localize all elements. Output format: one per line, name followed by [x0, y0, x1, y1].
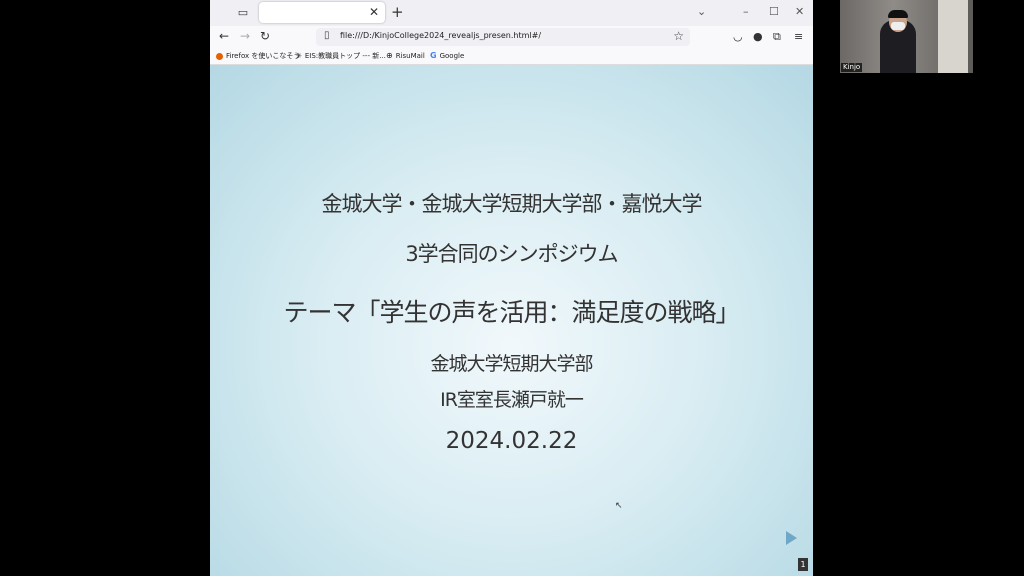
minimize-icon[interactable]: –	[743, 5, 749, 18]
slide-title-institutions: 金城大学・金城大学短期大学部・嘉悦大学	[321, 192, 703, 216]
close-tab-icon[interactable]: ✕	[369, 5, 379, 19]
pocket-icon[interactable]: ◡	[733, 30, 743, 43]
bookmark-item[interactable]: Firefox を使いこなそう	[216, 51, 300, 61]
speaker-mask	[891, 22, 905, 30]
page-icon: ▯	[324, 30, 330, 41]
chevron-down-icon[interactable]: ⌄	[697, 5, 706, 18]
browser-window: ▭ ✕ + ⌄ – ☐ ✕ ← → ↻ ▯ file:///D:/KinjoCo…	[210, 0, 813, 576]
presenter-affiliation: 金城大学短期大学部	[430, 353, 593, 375]
bookmark-item[interactable]: ✳ EIS:教職員トップ --- 新...	[296, 51, 386, 61]
nav-toolbar: ← → ↻ ▯ file:///D:/KinjoCollege2024_reve…	[210, 26, 813, 48]
back-icon[interactable]: ←	[219, 29, 229, 43]
presenter-name: IR室室長瀬戸就一	[440, 389, 584, 411]
firefox-icon	[216, 52, 223, 60]
webcam-door	[938, 0, 968, 73]
presentation-slide: 金城大学・金城大学短期大学部・嘉悦大学 3学合同のシンポジウム テーマ「学生の声…	[210, 65, 813, 576]
speaker-hair	[888, 10, 908, 18]
tab-list-icon[interactable]: ▭	[236, 6, 250, 20]
menu-icon[interactable]: ≡	[794, 30, 803, 43]
bookmarks-bar: Firefox を使いこなそう ✳ EIS:教職員トップ --- 新... ⊕ …	[210, 48, 813, 65]
tab-bar: ▭ ✕ + ⌄ – ☐ ✕	[210, 0, 813, 26]
forward-icon[interactable]: →	[240, 29, 250, 43]
bookmark-star-icon[interactable]: ☆	[673, 29, 684, 43]
slide-theme: テーマ「学生の声を活用：満足度の戦略」	[283, 298, 740, 327]
extensions-icon[interactable]: ⧉	[773, 30, 781, 44]
url-text[interactable]: file:///D:/KinjoCollege2024_revealjs_pre…	[340, 31, 541, 40]
presentation-date: 2024.02.22	[445, 428, 578, 454]
slide-number: 1	[798, 558, 808, 571]
globe-icon: ⊕	[386, 51, 393, 60]
account-icon[interactable]: ●	[753, 30, 763, 43]
participant-name-label: Kinjo	[841, 63, 863, 72]
close-window-icon[interactable]: ✕	[795, 5, 804, 18]
bookmark-item[interactable]: G Google	[430, 51, 464, 60]
maximize-icon[interactable]: ☐	[769, 5, 779, 18]
reload-icon[interactable]: ↻	[260, 29, 270, 43]
bookmark-item[interactable]: ⊕ RisuMail	[386, 51, 425, 60]
slide-subtitle-symposium: 3学合同のシンポジウム	[405, 242, 618, 266]
new-tab-button[interactable]: +	[391, 3, 404, 21]
mouse-cursor-icon: ↖	[615, 501, 623, 511]
google-icon: G	[430, 51, 437, 60]
next-slide-arrow-icon[interactable]	[786, 531, 797, 545]
active-tab[interactable]: ✕	[259, 2, 385, 23]
url-bar[interactable]: ▯ file:///D:/KinjoCollege2024_revealjs_p…	[316, 28, 690, 46]
bookmark-icon: ✳	[296, 52, 302, 60]
webcam-thumbnail[interactable]: Kinjo	[840, 0, 973, 73]
